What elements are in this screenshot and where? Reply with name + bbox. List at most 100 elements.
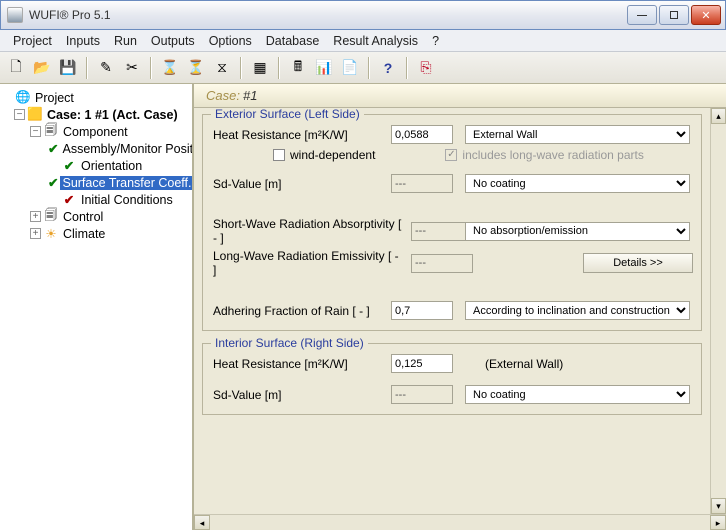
grid-icon[interactable]: ▦ [248, 56, 272, 80]
hourglass-stop-icon[interactable]: ⏳ [184, 56, 208, 80]
toolbar-separator [368, 57, 370, 79]
sd-value-select[interactable]: No coating [465, 385, 690, 404]
tree-climate[interactable]: + ☀ Climate [2, 225, 190, 242]
toolbar-separator [150, 57, 152, 79]
minimize-button[interactable] [627, 5, 657, 25]
tree-assembly[interactable]: ✔ Assembly/Monitor Positions [2, 140, 190, 157]
sd-value-input [391, 174, 453, 193]
close-button[interactable]: ✕ [691, 5, 721, 25]
shortwave-input [411, 222, 473, 241]
tree-case[interactable]: − 🟨 Case: 1 #1 (Act. Case) [2, 106, 190, 123]
wind-dependent-checkbox-row[interactable]: wind-dependent [273, 148, 375, 162]
menu-inputs[interactable]: Inputs [59, 31, 107, 51]
menu-run[interactable]: Run [107, 31, 144, 51]
checkbox-icon[interactable] [273, 149, 285, 161]
longwave-checkbox-row: ✓ includes long-wave radiation parts [445, 148, 643, 162]
tree-surface-transfer-coeff[interactable]: ✔ Surface Transfer Coeff. [2, 174, 190, 191]
calc-icon[interactable]: 🖩 [286, 56, 310, 80]
check-incomplete-icon: ✔ [61, 192, 77, 207]
main-area: 🌐 Project − 🟨 Case: 1 #1 (Act. Case) − 🗐… [0, 84, 726, 530]
exit-icon[interactable]: ⎘ [414, 56, 438, 80]
control-icon: 🗐 [43, 206, 59, 227]
sd-value-label: Sd-Value [m] [213, 388, 383, 402]
heat-resistance-note: (External Wall) [485, 357, 563, 371]
expand-icon[interactable]: + [30, 228, 41, 239]
hourglass-batch-icon[interactable]: ⧖ [210, 56, 234, 80]
toolbar: 🗋 📂 💾 ✎ ✂ ⌛ ⏳ ⧖ ▦ 🖩 📊 📄 ? ⎘ [0, 52, 726, 84]
menu-project[interactable]: Project [6, 31, 59, 51]
longwave-input [411, 254, 473, 273]
toolbar-separator [240, 57, 242, 79]
tool-icon-2[interactable]: ✂ [120, 56, 144, 80]
menu-help[interactable]: ? [425, 31, 446, 51]
collapse-icon[interactable]: − [14, 109, 25, 120]
new-file-icon[interactable]: 🗋 [4, 56, 28, 80]
report-icon[interactable]: 📄 [338, 56, 362, 80]
climate-icon: ☀ [43, 226, 59, 241]
menubar: Project Inputs Run Outputs Options Datab… [0, 30, 726, 52]
form-scroll-pane: ▴ ▾ Exterior Surface (Left Side) Heat Re… [194, 108, 726, 514]
maximize-button[interactable] [659, 5, 689, 25]
globe-icon: 🌐 [15, 90, 31, 105]
toolbar-separator [86, 57, 88, 79]
heat-resistance-label: Heat Resistance [m²K/W] [213, 128, 383, 142]
heat-resistance-select[interactable]: External Wall [465, 125, 690, 144]
titlebar: WUFI® Pro 5.1 ✕ [0, 0, 726, 30]
tree-component[interactable]: − 🗐 Component [2, 123, 190, 140]
scroll-left-icon[interactable]: ◂ [194, 515, 210, 530]
project-tree[interactable]: 🌐 Project − 🟨 Case: 1 #1 (Act. Case) − 🗐… [0, 84, 194, 530]
save-icon[interactable]: 💾 [56, 56, 80, 80]
toolbar-separator [278, 57, 280, 79]
interior-surface-group: Interior Surface (Right Side) Heat Resis… [202, 343, 702, 415]
help-icon[interactable]: ? [376, 56, 400, 80]
heat-resistance-input[interactable] [391, 125, 453, 144]
hourglass-icon[interactable]: ⌛ [158, 56, 182, 80]
heat-resistance-input[interactable] [391, 354, 453, 373]
open-file-icon[interactable]: 📂 [30, 56, 54, 80]
sd-value-label: Sd-Value [m] [213, 177, 383, 191]
check-icon: ✔ [48, 141, 58, 156]
tree-root[interactable]: 🌐 Project [2, 89, 190, 106]
shortwave-label: Short-Wave Radiation Absorptivity [ - ] [213, 217, 403, 245]
exterior-surface-group: Exterior Surface (Left Side) Heat Resist… [202, 114, 702, 331]
sd-value-select[interactable]: No coating [465, 174, 690, 193]
group-legend: Exterior Surface (Left Side) [211, 108, 364, 121]
tool-icon-1[interactable]: ✎ [94, 56, 118, 80]
menu-database[interactable]: Database [259, 31, 327, 51]
details-button[interactable]: Details >> [583, 253, 693, 273]
case-header: Case: #1 [194, 84, 726, 108]
case-icon: 🟨 [27, 107, 43, 122]
app-icon [7, 7, 23, 23]
expand-icon[interactable]: + [30, 211, 41, 222]
tree-orientation[interactable]: ✔ Orientation [2, 157, 190, 174]
scroll-down-icon[interactable]: ▾ [711, 498, 726, 514]
longwave-label: Long-Wave Radiation Emissivity [ - ] [213, 249, 403, 277]
scroll-track[interactable] [711, 124, 726, 498]
collapse-icon[interactable]: − [30, 126, 41, 137]
heat-resistance-label: Heat Resistance [m²K/W] [213, 357, 383, 371]
rain-fraction-label: Adhering Fraction of Rain [ - ] [213, 304, 383, 318]
vertical-scrollbar[interactable]: ▴ ▾ [710, 108, 726, 514]
menu-result-analysis[interactable]: Result Analysis [326, 31, 425, 51]
tree-control[interactable]: + 🗐 Control [2, 208, 190, 225]
scroll-track[interactable] [210, 515, 710, 530]
check-icon: ✔ [61, 158, 77, 173]
menu-options[interactable]: Options [202, 31, 259, 51]
window-title: WUFI® Pro 5.1 [29, 8, 627, 22]
rain-fraction-select[interactable]: According to inclination and constructio… [465, 301, 690, 320]
content-panel: Case: #1 ▴ ▾ Exterior Surface (Left Side… [194, 84, 726, 530]
horizontal-scrollbar[interactable]: ◂ ▸ [194, 514, 726, 530]
toolbar-separator [406, 57, 408, 79]
group-legend: Interior Surface (Right Side) [211, 336, 368, 350]
tree-initial-conditions[interactable]: ✔ Initial Conditions [2, 191, 190, 208]
rain-fraction-input[interactable] [391, 301, 453, 320]
menu-outputs[interactable]: Outputs [144, 31, 202, 51]
window-controls: ✕ [627, 5, 721, 25]
check-icon: ✔ [48, 175, 58, 190]
chart-icon[interactable]: 📊 [312, 56, 336, 80]
scroll-right-icon[interactable]: ▸ [710, 515, 726, 530]
shortwave-select[interactable]: No absorption/emission [465, 222, 690, 241]
checkbox-checked-disabled-icon: ✓ [445, 149, 457, 161]
scroll-up-icon[interactable]: ▴ [711, 108, 726, 124]
component-icon: 🗐 [43, 121, 59, 142]
